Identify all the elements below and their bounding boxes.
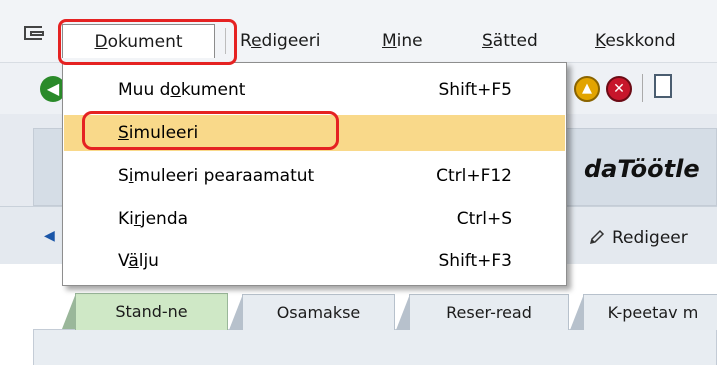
yellow-exit-icon[interactable]: ▲	[574, 76, 600, 102]
menu-item-shortcut: Shift+F3	[438, 251, 512, 271]
menu-item-simuleeri-pearaamatut[interactable]: Simuleeri pearaamatut Ctrl+F12	[64, 158, 565, 194]
menu-item-muu-dokument[interactable]: Muu dokument Shift+F5	[64, 72, 565, 108]
menu-mine[interactable]: Mine	[382, 24, 423, 58]
tab-content-area	[33, 329, 717, 365]
highlight-simuleeri-box	[82, 111, 339, 150]
menu-keskkond[interactable]: Keskkond	[595, 24, 676, 58]
menu-item-kirjenda[interactable]: Kirjenda Ctrl+S	[64, 201, 565, 237]
menu-redigeeri[interactable]: Redigeeri	[240, 24, 320, 58]
arrow-left-icon[interactable]: ◀	[44, 228, 55, 244]
tab-stand-ne[interactable]: Stand-ne	[62, 293, 228, 330]
menu-item-shortcut: Ctrl+F12	[436, 166, 512, 186]
tab-osamakse[interactable]: Osamakse	[229, 294, 395, 330]
pencil-icon	[589, 229, 605, 245]
print-icon[interactable]	[654, 74, 672, 98]
edit-button[interactable]: Redigeer	[588, 228, 688, 248]
menu-item-valju[interactable]: Välju Shift+F3	[64, 243, 565, 279]
red-cancel-icon[interactable]: ✕	[606, 76, 632, 102]
menu-item-label: Muu dokument	[118, 80, 246, 100]
highlight-dokument-box	[58, 19, 237, 65]
window-title: daTöötle	[584, 155, 700, 183]
toolbar-separator	[642, 74, 643, 102]
tab-k-peetav[interactable]: K-peetav m	[570, 294, 717, 330]
edit-button-label: Redigeer	[612, 228, 688, 248]
dokument-dropdown-menu: Muu dokument Shift+F5 Simuleeri Simuleer…	[62, 62, 567, 286]
menu-item-shortcut: Shift+F5	[438, 80, 512, 100]
menu-item-label: Kirjenda	[118, 209, 189, 229]
menu-item-label: Simuleeri pearaamatut	[118, 166, 315, 186]
menu-window-icon[interactable]	[24, 26, 44, 40]
menu-satted[interactable]: Sätted	[482, 24, 538, 58]
tab-reser-read[interactable]: Reser-read	[396, 294, 569, 330]
menu-item-label: Välju	[118, 251, 159, 271]
menu-item-shortcut: Ctrl+S	[456, 209, 512, 229]
